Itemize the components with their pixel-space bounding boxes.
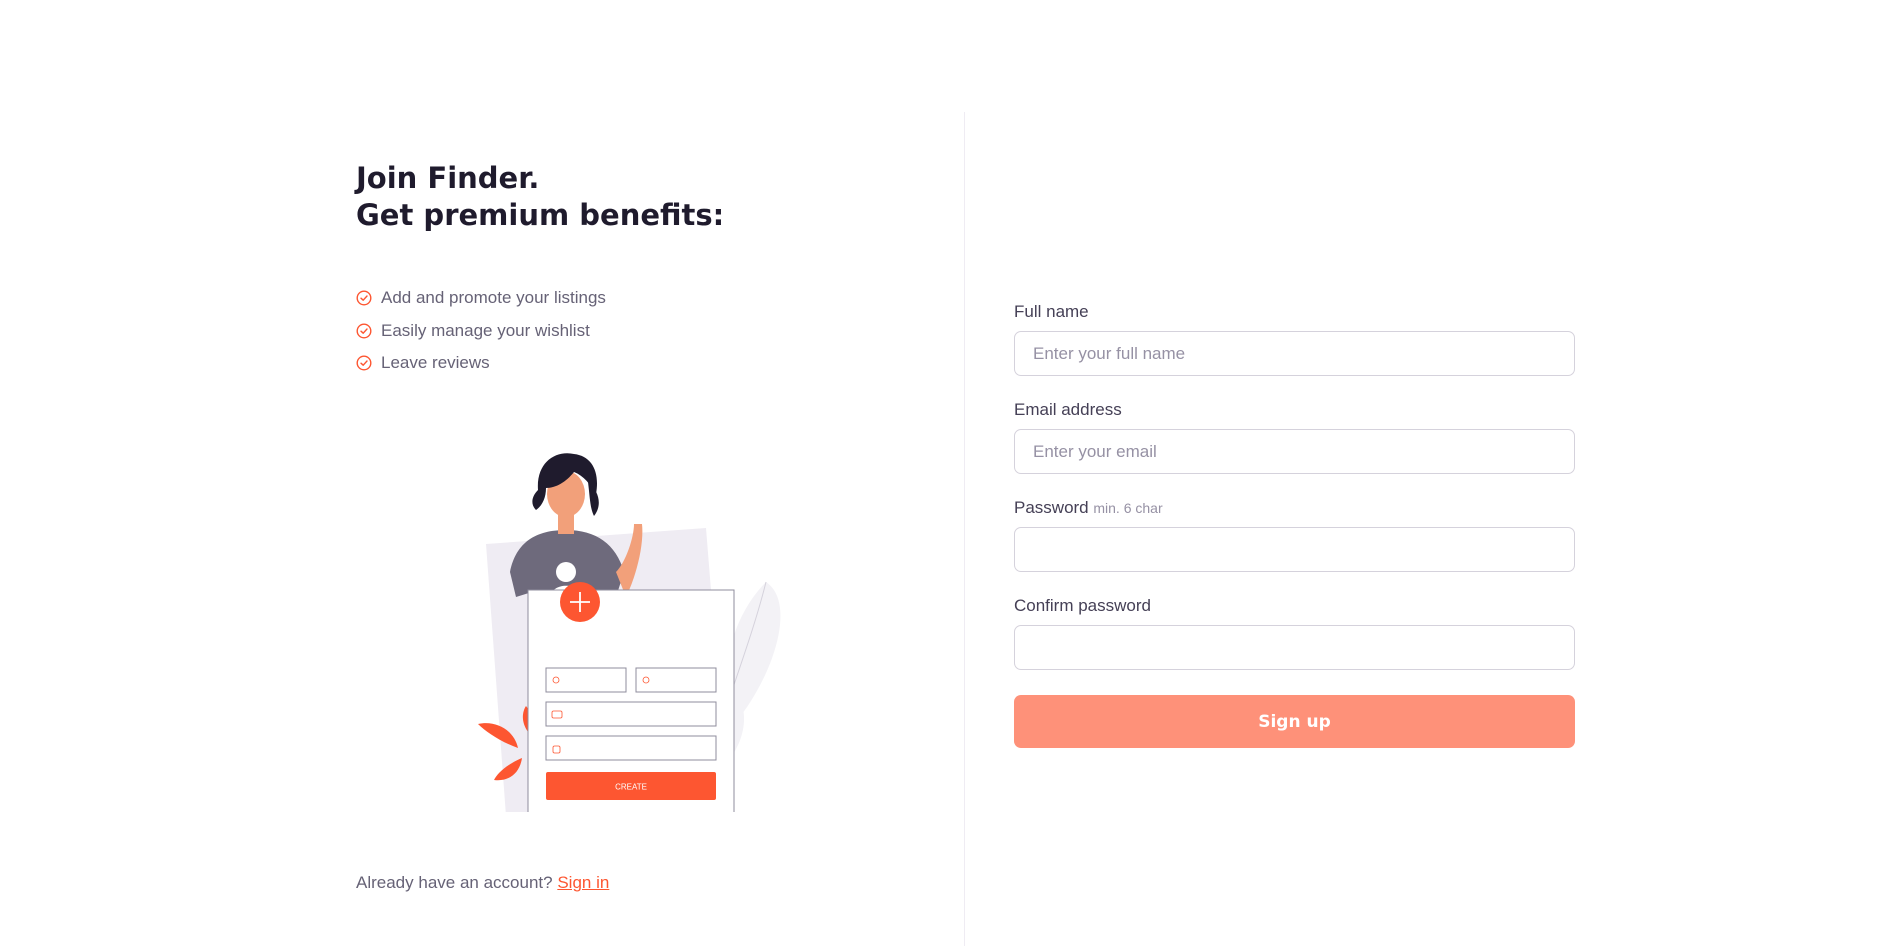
email-label: Email address — [1014, 400, 1122, 419]
benefit-item: Leave reviews — [356, 347, 606, 380]
confirm-password-group: Confirm password — [1014, 596, 1575, 670]
confirm-password-input[interactable] — [1014, 625, 1575, 670]
benefit-item: Add and promote your listings — [356, 282, 606, 315]
illustration-create-label: CREATE — [615, 783, 647, 792]
account-prompt-text: Already have an account? — [356, 873, 553, 892]
panel-divider — [964, 112, 965, 946]
check-circle-icon — [356, 355, 372, 371]
benefits-panel: Join Finder. Get premium benefits: Add a… — [356, 160, 916, 892]
sign-in-prompt: Already have an account? Sign in — [356, 873, 609, 893]
benefit-item: Easily manage your wishlist — [356, 315, 606, 348]
sign-in-link[interactable]: Sign in — [557, 873, 609, 892]
password-group: Password min. 6 char — [1014, 498, 1575, 572]
email-group: Email address — [1014, 400, 1575, 474]
signup-form: Full name Email address Password min. 6 … — [1014, 302, 1575, 748]
benefit-label: Easily manage your wishlist — [381, 320, 590, 340]
title-line-2: Get premium benefits: — [356, 198, 725, 232]
signup-illustration: CREATE — [478, 453, 781, 812]
title-line-1: Join Finder. — [356, 161, 540, 195]
check-circle-icon — [356, 323, 372, 339]
email-input[interactable] — [1014, 429, 1575, 474]
full-name-input[interactable] — [1014, 331, 1575, 376]
sign-up-button[interactable]: Sign up — [1014, 695, 1575, 748]
confirm-password-label: Confirm password — [1014, 596, 1151, 615]
signup-page: Join Finder. Get premium benefits: Add a… — [0, 0, 1902, 946]
benefit-label: Add and promote your listings — [381, 288, 606, 308]
page-title: Join Finder. Get premium benefits: — [356, 160, 916, 234]
full-name-label: Full name — [1014, 302, 1089, 321]
password-hint: min. 6 char — [1093, 500, 1163, 516]
benefit-label: Leave reviews — [381, 353, 490, 373]
password-label: Password min. 6 char — [1014, 498, 1575, 518]
check-circle-icon — [356, 290, 372, 306]
password-input[interactable] — [1014, 527, 1575, 572]
full-name-group: Full name — [1014, 302, 1575, 376]
benefits-list: Add and promote your listings Easily man… — [356, 282, 606, 380]
password-label-text: Password — [1014, 498, 1089, 517]
